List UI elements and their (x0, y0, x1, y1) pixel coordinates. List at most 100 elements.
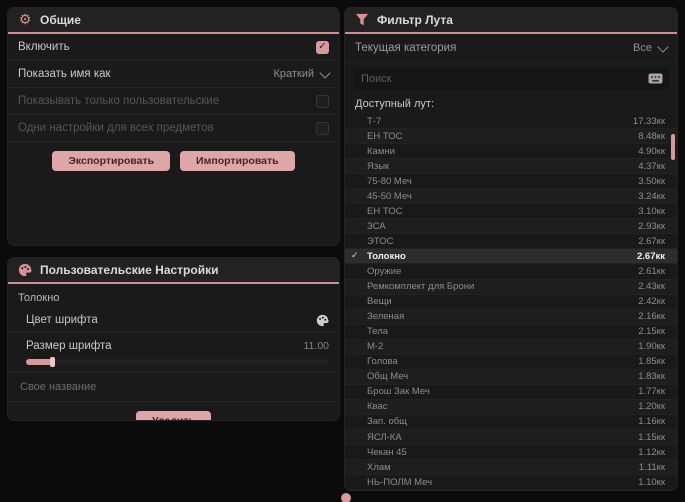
category-dropdown[interactable]: Все (633, 40, 669, 54)
same-settings-checkbox[interactable] (316, 121, 329, 135)
loot-item-name: Камни (367, 145, 395, 157)
loot-item-value: 1.15кк (638, 431, 665, 443)
show-name-row: Показать имя как Краткий (8, 61, 339, 88)
loot-item-value: 1.90кк (638, 341, 665, 353)
loot-item-row[interactable]: ✓ 45-50 Меч 3.24кк (345, 189, 677, 205)
font-size-slider[interactable] (26, 357, 329, 367)
only-custom-row: Показывать только пользовательские (8, 88, 339, 115)
loot-item-name: 75-80 Меч (367, 175, 412, 187)
user-settings-panel-header: Пользовательские Настройки (8, 258, 339, 284)
loot-item-name: Брош Зак Меч (367, 386, 430, 398)
font-size-value: 11.00 (303, 340, 330, 352)
loot-item-value: 1.11кк (638, 461, 665, 473)
enable-label: Включить (18, 41, 70, 53)
loot-item-row[interactable]: ✓ М-2 1.90кк (345, 339, 677, 355)
loot-item-value: 1.85кк (638, 356, 665, 368)
scrollbar-thumb[interactable] (671, 134, 675, 160)
funnel-icon (355, 13, 369, 27)
loot-item-row[interactable]: ✓ Зеленая 2.16кк (345, 309, 677, 325)
font-color-palette-icon[interactable] (315, 313, 329, 327)
chevron-down-icon (319, 66, 331, 79)
loot-item-row[interactable]: ✓ Хлам 1.11кк (345, 460, 677, 476)
loot-item-value: 2.16кк (638, 311, 665, 323)
custom-name-input[interactable] (18, 376, 333, 398)
loot-item-row[interactable]: ✓ Вещи 2.42кк (345, 294, 677, 310)
category-dropdown-value: Все (633, 42, 652, 54)
loot-item-row[interactable]: ✓ Ремкомплект для Брони 2.43кк (345, 279, 677, 295)
loot-item-value: 2.93кк (638, 220, 665, 232)
loot-item-row[interactable]: ✓ Брош Зак Меч 1.77кк (345, 384, 677, 400)
general-panel: ⚙ Общие Включить ✓ Показать имя как Крат… (8, 8, 339, 245)
loot-item-row[interactable]: ✓ Оружие 2.61кк (345, 264, 677, 280)
delete-button[interactable]: Удалить (135, 411, 212, 420)
loot-item-name: НЬ-ПОЛМ Меч (367, 476, 433, 488)
loot-item-row[interactable]: ✓ ЕН ТОС 3.10кк (345, 204, 677, 220)
show-name-dropdown[interactable]: Краткий (273, 66, 331, 80)
loot-item-row[interactable]: ✓ ЕН ТОС 8.48кк (345, 129, 677, 145)
check-icon: ✓ (318, 41, 327, 52)
loot-item-name: Вещи (367, 296, 392, 308)
loot-item-row[interactable]: ✓ НЬ-ПОЛМ Меч 1.10кк (345, 475, 677, 490)
loot-item-name: ЭТОС (367, 235, 394, 247)
loot-item-value: 1.12кк (638, 446, 665, 458)
loot-item-row[interactable]: ✓ Голова 1.85кк (345, 354, 677, 370)
loot-item-value: 1.16кк (638, 416, 665, 428)
same-settings-row: Одни настройки для всех предметов (8, 115, 339, 142)
loot-item-name: М-2 (367, 341, 384, 353)
loot-item-row[interactable]: ✓ ЯСЛ-КА 1.15кк (345, 429, 677, 446)
loot-item-row[interactable]: ✓ Камни 4.90кк (345, 144, 677, 160)
loot-item-name: ЯСЛ-КА (367, 431, 402, 443)
loot-item-value: 2.15кк (638, 326, 665, 338)
loot-filter-panel: Фильтр Лута Текущая категория Все Доступ… (345, 8, 677, 490)
loot-item-value: 8.48кк (638, 130, 665, 142)
loot-item-name: Толокно (367, 250, 406, 262)
enable-row: Включить ✓ (8, 34, 339, 61)
palette-badge-icon (18, 263, 32, 277)
loot-item-value: 2.43кк (638, 281, 665, 293)
loot-item-row[interactable]: ✓ Квас 1.20кк (345, 399, 677, 415)
loot-item-name: ЗСА (367, 220, 386, 232)
loot-item-row[interactable]: ✓ Т-7 17.33кк (345, 114, 677, 130)
slider-fill (26, 359, 54, 365)
only-custom-checkbox[interactable] (316, 94, 329, 108)
loot-item-value: 2.42кк (638, 296, 665, 308)
loot-item-value: 3.50кк (638, 175, 665, 187)
same-settings-label: Одни настройки для всех предметов (18, 122, 214, 134)
loot-item-name: Ремкомплект для Брони (367, 281, 475, 293)
export-button[interactable]: Экспортировать (52, 151, 171, 171)
delete-row: Удалить (8, 402, 339, 420)
loot-item-row[interactable]: ✓ Толокно 2.67кк (345, 249, 677, 265)
loot-item-row[interactable]: ✓ Общ Меч 1.83кк (345, 369, 677, 385)
show-name-label: Показать имя как (18, 68, 111, 80)
loot-item-name: Общ Меч (367, 371, 409, 383)
keyboard-icon[interactable] (648, 72, 663, 85)
loot-item-name: Чекан 45 (367, 446, 407, 458)
search-bar (353, 68, 669, 90)
loot-filter-panel-title: Фильтр Лута (377, 13, 453, 27)
loot-item-name: Зап. общ (367, 416, 407, 428)
loot-item-value: 1.10кк (638, 476, 665, 488)
search-input[interactable] (353, 68, 669, 90)
loot-item-row[interactable]: ✓ Тела 2.15кк (345, 324, 677, 340)
loot-item-name: Зеленая (367, 311, 405, 323)
loot-item-value: 4.90кк (638, 145, 665, 157)
loot-item-name: 45-50 Меч (367, 190, 412, 202)
font-size-row: Размер шрифта 11.00 (8, 333, 339, 373)
mod-settings-overlay: ⚙ Общие Включить ✓ Показать имя как Крат… (0, 0, 685, 502)
enable-checkbox[interactable]: ✓ (316, 40, 329, 54)
loot-item-value: 2.67кк (637, 250, 665, 262)
loot-item-row[interactable]: ✓ ЗСА 2.93кк (345, 219, 677, 235)
loot-item-row[interactable]: ✓ Зап. общ 1.16кк (345, 414, 677, 430)
loot-item-row[interactable]: ✓ 75-80 Меч 3.50кк (345, 174, 677, 190)
loot-filter-panel-header: Фильтр Лута (345, 8, 677, 34)
loot-item-row[interactable]: ✓ Язык 4.37кк (345, 159, 677, 175)
loot-list: ✓ Т-7 17.33кк ✓ ЕН ТОС 8.48кк ✓ Камни 4.… (345, 114, 677, 490)
loot-item-row[interactable]: ✓ Чекан 45 1.12кк (345, 445, 677, 461)
font-size-label: Размер шрифта (26, 340, 112, 352)
loot-item-row[interactable]: ✓ ЭТОС 2.67кк (345, 234, 677, 250)
user-settings-panel-title: Пользовательские Настройки (40, 263, 219, 277)
import-button[interactable]: Импортировать (180, 151, 295, 171)
loot-item-value: 2.67кк (638, 235, 665, 247)
check-icon: ✓ (351, 251, 359, 262)
slider-handle[interactable] (50, 357, 56, 367)
